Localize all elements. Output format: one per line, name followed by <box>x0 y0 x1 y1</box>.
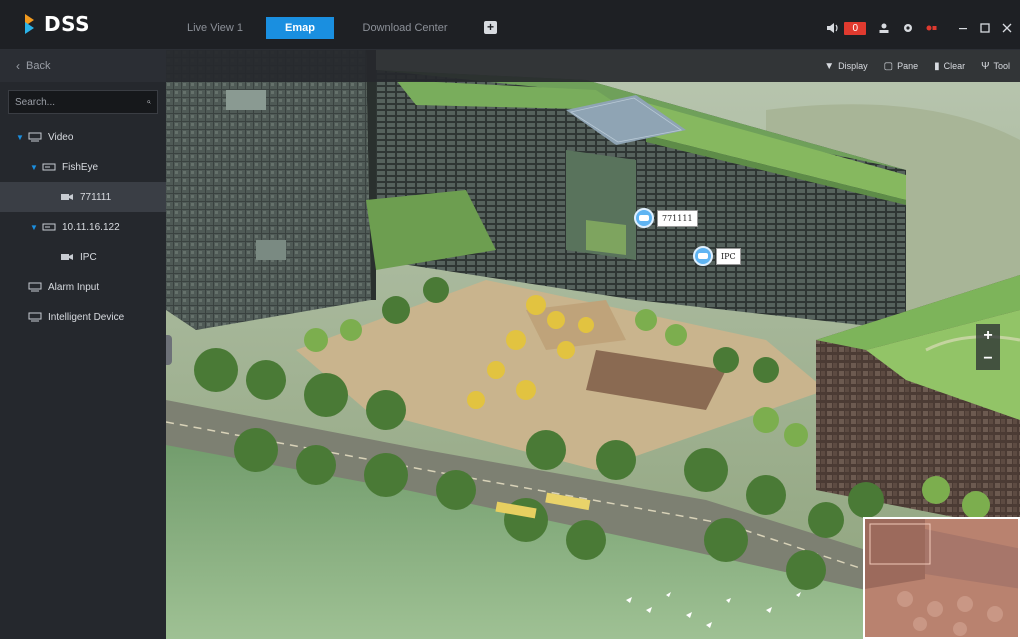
settings-gear-icon[interactable] <box>902 22 914 34</box>
close-icon[interactable] <box>1002 23 1012 33</box>
zoom-out-button[interactable]: − <box>983 350 992 367</box>
device-tree-sidebar: ‹ Back ▼ Video ▼ FishEye 771111 ▼ 10.11.… <box>0 50 166 639</box>
tree-label: 771111 <box>80 191 112 203</box>
pane-button[interactable]: ▢ Pane <box>884 61 918 72</box>
app-logo: DSS <box>22 11 90 37</box>
tree-node-771111[interactable]: 771111 <box>0 182 166 212</box>
tree-node-video[interactable]: ▼ Video <box>0 122 166 152</box>
camera-icon <box>61 194 73 200</box>
tool-label: Tool <box>993 61 1010 71</box>
expand-arrow-icon[interactable]: ▼ <box>30 223 42 232</box>
tree-node-ipc[interactable]: IPC <box>0 242 166 272</box>
tree-label: FishEye <box>62 161 99 173</box>
tab-emap[interactable]: Emap <box>266 17 334 39</box>
header-actions: 0 <box>814 17 1012 39</box>
filter-icon: ▼ <box>824 60 835 72</box>
collapse-sidebar-handle[interactable] <box>166 335 172 365</box>
add-tab-button[interactable]: + <box>484 21 497 34</box>
nvr-device-icon <box>42 223 56 231</box>
back-button[interactable]: ‹ Back <box>0 50 166 82</box>
search-box <box>8 90 158 114</box>
camera-marker-icon[interactable] <box>634 208 654 228</box>
camera-icon <box>61 254 73 260</box>
zoom-in-button[interactable]: + <box>983 327 992 344</box>
tree-label: Video <box>48 131 74 143</box>
camera-marker-ipc[interactable]: IPC <box>693 246 741 266</box>
map-toolbar: ▼ Display ▢ Pane ▮ Clear Ψ Tool <box>166 50 1020 82</box>
tree-node-ip-device[interactable]: ▼ 10.11.16.122 <box>0 212 166 242</box>
device-group-icon <box>28 312 42 322</box>
tree-label: IPC <box>80 251 97 263</box>
device-tree: ▼ Video ▼ FishEye 771111 ▼ 10.11.16.122 … <box>0 122 166 332</box>
alarm-sound-icon[interactable]: 0 <box>826 21 866 35</box>
device-group-icon <box>28 282 42 292</box>
minimize-icon[interactable] <box>958 23 968 33</box>
maximize-icon[interactable] <box>980 23 990 33</box>
tab-download-center[interactable]: Download Center <box>350 17 460 39</box>
logo-text: DSS <box>44 12 91 36</box>
top-bar: DSS Live View 1 Emap Download Center + 0 <box>0 0 1020 50</box>
clear-button[interactable]: ▮ Clear <box>934 61 965 72</box>
emap-view[interactable]: ▼ Display ▢ Pane ▮ Clear Ψ Tool 771111 I… <box>166 50 1020 639</box>
minimap-image <box>865 519 1018 637</box>
camera-marker-label: 771111 <box>657 209 698 227</box>
pane-icon: ▢ <box>883 60 894 72</box>
device-group-icon <box>28 132 42 142</box>
camera-marker-icon[interactable] <box>693 246 713 266</box>
dss-logo-icon <box>25 14 34 34</box>
record-status-icon <box>926 23 938 33</box>
trash-icon: ▮ <box>934 60 940 72</box>
tree-node-fisheye[interactable]: ▼ FishEye <box>0 152 166 182</box>
back-label: Back <box>26 60 51 72</box>
tree-node-alarm-input[interactable]: Alarm Input <box>0 272 166 302</box>
alarm-count-badge: 0 <box>844 21 866 35</box>
search-icon[interactable] <box>147 95 151 109</box>
tab-live-view[interactable]: Live View 1 <box>180 17 250 39</box>
display-label: Display <box>838 61 868 71</box>
search-input[interactable] <box>15 96 147 108</box>
tool-icon: Ψ <box>981 60 990 72</box>
nvr-device-icon <box>42 163 56 171</box>
chevron-left-icon: ‹ <box>16 59 20 73</box>
zoom-control: + − <box>976 324 1000 370</box>
tree-label: 10.11.16.122 <box>62 221 120 233</box>
expand-arrow-icon[interactable]: ▼ <box>30 163 42 172</box>
tree-node-intelligent-device[interactable]: Intelligent Device <box>0 302 166 332</box>
camera-marker-771111[interactable]: 771111 <box>634 208 698 228</box>
expand-arrow-icon[interactable]: ▼ <box>16 133 28 142</box>
pane-label: Pane <box>897 61 919 71</box>
tree-label: Intelligent Device <box>48 311 125 323</box>
display-button[interactable]: ▼ Display <box>824 61 867 72</box>
clear-label: Clear <box>943 61 966 71</box>
tree-label: Alarm Input <box>48 281 100 293</box>
map-overview-minimap[interactable] <box>863 517 1020 639</box>
user-icon[interactable] <box>878 22 890 34</box>
camera-marker-label: IPC <box>716 247 741 265</box>
tool-button[interactable]: Ψ Tool <box>981 61 1010 72</box>
